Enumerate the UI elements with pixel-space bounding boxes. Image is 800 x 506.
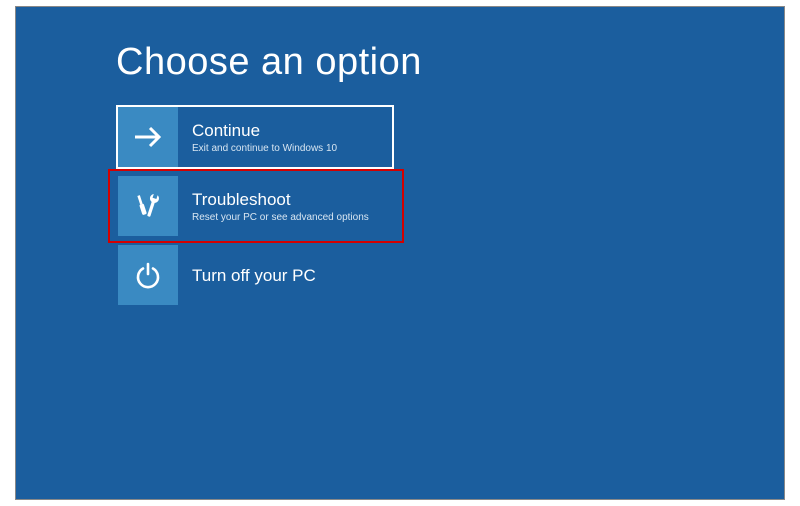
troubleshoot-label: Troubleshoot (192, 190, 369, 210)
continue-tile[interactable]: Continue Exit and continue to Windows 10 (116, 105, 394, 169)
turnoff-text: Turn off your PC (178, 245, 328, 305)
troubleshoot-tile[interactable]: Troubleshoot Reset your PC or see advanc… (116, 174, 394, 238)
winre-screen: Choose an option Continue Exit and conti… (15, 6, 785, 500)
continue-text: Continue Exit and continue to Windows 10 (178, 107, 349, 167)
troubleshoot-desc: Reset your PC or see advanced options (192, 212, 369, 224)
page-title: Choose an option (116, 41, 422, 84)
options-list: Continue Exit and continue to Windows 10 (116, 105, 394, 312)
power-icon (118, 245, 178, 305)
continue-label: Continue (192, 121, 337, 141)
troubleshoot-text: Troubleshoot Reset your PC or see advanc… (178, 176, 381, 236)
continue-desc: Exit and continue to Windows 10 (192, 143, 337, 155)
arrow-right-icon (118, 107, 178, 167)
turnoff-label: Turn off your PC (192, 266, 316, 286)
tools-icon (118, 176, 178, 236)
turnoff-tile[interactable]: Turn off your PC (116, 243, 394, 307)
